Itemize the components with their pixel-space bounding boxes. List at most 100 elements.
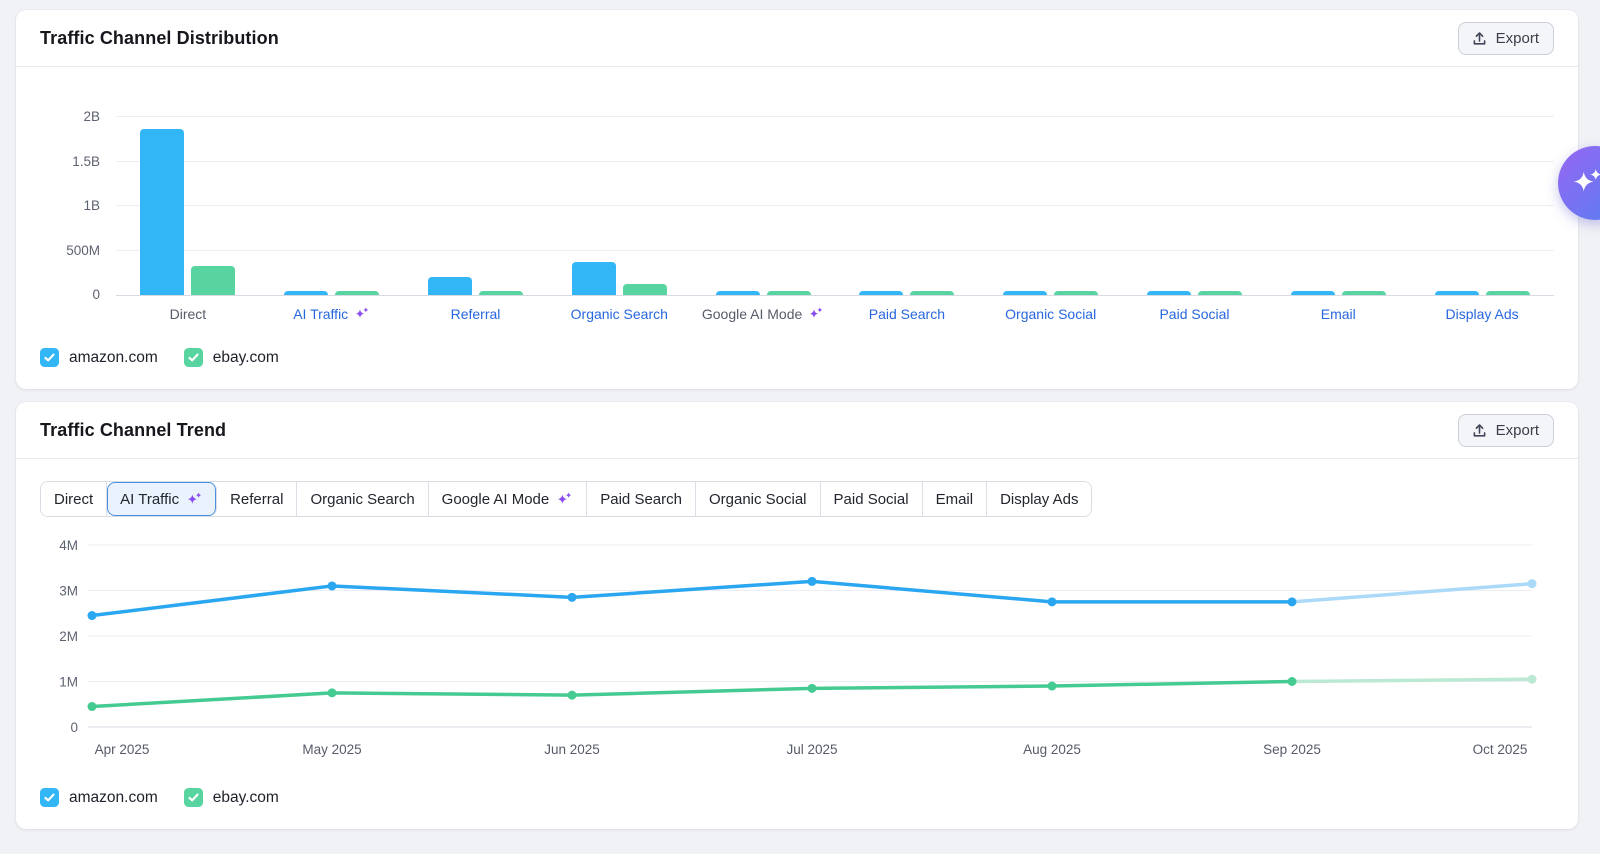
category-label-organic-social[interactable]: Organic Social <box>979 306 1123 322</box>
legend-item-amazon-com[interactable]: amazon.com <box>40 788 158 807</box>
bar-organic-search-ebay-com[interactable] <box>623 284 667 295</box>
bar-groups <box>116 117 1554 295</box>
category-label-paid-social[interactable]: Paid Social <box>1123 306 1267 322</box>
bar-chart-plot-row: 0500M1B1.5B2B <box>40 117 1554 295</box>
bar-paid-search-ebay-com[interactable] <box>910 291 954 295</box>
bar-direct-amazon-com[interactable] <box>140 129 184 295</box>
category-label-referral[interactable]: Referral <box>404 306 548 322</box>
legend-label: ebay.com <box>213 789 279 807</box>
tab-referral[interactable]: Referral <box>217 482 297 516</box>
upload-icon <box>1471 30 1488 47</box>
distribution-panel-header: Traffic Channel Distribution Export <box>16 10 1578 67</box>
bar-group-paid-search <box>835 117 979 295</box>
category-label-ai-traffic[interactable]: AI Traffic <box>260 306 404 322</box>
data-point-ebay-com-Oct-2025[interactable] <box>1528 675 1537 684</box>
tab-email[interactable]: Email <box>923 482 988 516</box>
bar-display-ads-ebay-com[interactable] <box>1486 291 1530 295</box>
tab-organic-social[interactable]: Organic Social <box>696 482 821 516</box>
bar-referral-ebay-com[interactable] <box>479 291 523 295</box>
tab-label: Paid Search <box>600 491 682 508</box>
legend-checkbox[interactable] <box>40 788 59 807</box>
tab-paid-social[interactable]: Paid Social <box>821 482 923 516</box>
tab-ai-traffic[interactable]: AI Traffic <box>107 482 217 516</box>
export-button-distribution[interactable]: Export <box>1458 22 1554 55</box>
bar-group-google-ai-mode <box>691 117 835 295</box>
data-point-amazon-com-May-2025[interactable] <box>328 581 337 590</box>
channel-tabs: Direct AI TrafficReferralOrganic Search Go… <box>40 481 1092 517</box>
category-label-text: Direct <box>170 306 207 322</box>
tab-google-ai-mode[interactable]: Google AI Mode <box>429 482 588 516</box>
data-point-amazon-com-Jun-2025[interactable] <box>568 593 577 602</box>
category-label-organic-search[interactable]: Organic Search <box>547 306 691 322</box>
category-label-text: Referral <box>451 306 501 322</box>
bar-group-organic-social <box>979 117 1123 295</box>
line-series-ebay-com <box>92 682 1292 707</box>
tab-label: Google AI Mode <box>442 491 550 508</box>
trend-legend: amazon.com ebay.com <box>40 788 1554 807</box>
bar-email-ebay-com[interactable] <box>1342 291 1386 295</box>
data-point-amazon-com-Aug-2025[interactable] <box>1048 597 1057 606</box>
trend-panel: Traffic Channel Trend Export DirectAI Tr… <box>16 402 1578 829</box>
bar-chart-plot-area <box>116 117 1554 295</box>
bar-ai-traffic-ebay-com[interactable] <box>335 291 379 295</box>
y-axis-tick-label: 1M <box>59 675 78 690</box>
bar-group-email <box>1266 117 1410 295</box>
data-point-ebay-com-Apr-2025[interactable] <box>88 702 97 711</box>
data-point-amazon-com-Jul-2025[interactable] <box>808 577 817 586</box>
bar-email-amazon-com[interactable] <box>1291 291 1335 295</box>
bar-display-ads-amazon-com[interactable] <box>1435 291 1479 295</box>
tab-display-ads[interactable]: Display Ads <box>987 482 1091 516</box>
legend-label: ebay.com <box>213 349 279 367</box>
legend-item-ebay-com[interactable]: ebay.com <box>184 788 279 807</box>
bar-google-ai-mode-ebay-com[interactable] <box>767 291 811 295</box>
data-point-ebay-com-Jul-2025[interactable] <box>808 684 817 693</box>
bar-ai-traffic-amazon-com[interactable] <box>284 291 328 295</box>
sparkles-icon <box>556 491 573 508</box>
category-label-text: AI Traffic <box>293 306 348 322</box>
tab-organic-search[interactable]: Organic Search <box>297 482 428 516</box>
bar-paid-social-amazon-com[interactable] <box>1147 291 1191 295</box>
bar-paid-social-ebay-com[interactable] <box>1198 291 1242 295</box>
data-point-ebay-com-Sep-2025[interactable] <box>1288 677 1297 686</box>
traffic-trend-line-chart: 01M2M3M4MApr 2025May 2025Jun 2025Jul 202… <box>40 533 1554 776</box>
y-axis-tick-label: 0 <box>92 287 100 303</box>
legend-label: amazon.com <box>69 349 158 367</box>
bar-paid-search-amazon-com[interactable] <box>859 291 903 295</box>
bar-google-ai-mode-amazon-com[interactable] <box>716 291 760 295</box>
category-label-text: Paid Social <box>1159 306 1229 322</box>
tab-label: Direct <box>54 491 93 508</box>
category-label-email[interactable]: Email <box>1266 306 1410 322</box>
tab-paid-search[interactable]: Paid Search <box>587 482 696 516</box>
bar-organic-social-amazon-com[interactable] <box>1003 291 1047 295</box>
data-point-amazon-com-Sep-2025[interactable] <box>1288 597 1297 606</box>
legend-item-amazon-com[interactable]: amazon.com <box>40 348 158 367</box>
tab-direct[interactable]: Direct <box>41 482 107 516</box>
bar-direct-ebay-com[interactable] <box>191 266 235 295</box>
bar-chart-y-axis: 0500M1B1.5B2B <box>40 117 116 295</box>
data-point-ebay-com-May-2025[interactable] <box>328 688 337 697</box>
data-point-ebay-com-Aug-2025[interactable] <box>1048 682 1057 691</box>
data-point-amazon-com-Oct-2025[interactable] <box>1528 579 1537 588</box>
sparkles-icon <box>354 306 370 322</box>
legend-checkbox[interactable] <box>184 788 203 807</box>
category-label-display-ads[interactable]: Display Ads <box>1410 306 1554 322</box>
category-label-text: Organic Social <box>1005 306 1096 322</box>
export-button-trend[interactable]: Export <box>1458 414 1554 447</box>
distribution-panel-body: 0500M1B1.5B2B Direct AI Traffic Referral Org… <box>16 67 1578 389</box>
legend-item-ebay-com[interactable]: ebay.com <box>184 348 279 367</box>
bar-group-ai-traffic <box>260 117 404 295</box>
x-axis-tick-label: Jun 2025 <box>544 742 600 757</box>
bar-referral-amazon-com[interactable] <box>428 277 472 295</box>
data-point-amazon-com-Apr-2025[interactable] <box>88 611 97 620</box>
y-axis-tick-label: 1.5B <box>72 154 100 170</box>
x-axis-tick-label: Aug 2025 <box>1023 742 1081 757</box>
export-button-label: Export <box>1496 422 1539 439</box>
bar-organic-social-ebay-com[interactable] <box>1054 291 1098 295</box>
category-label-paid-search[interactable]: Paid Search <box>835 306 979 322</box>
bar-chart-category-labels: DirectAI TrafficReferralOrganic SearchGo… <box>116 306 1554 322</box>
legend-checkbox[interactable] <box>40 348 59 367</box>
legend-checkbox[interactable] <box>184 348 203 367</box>
data-point-ebay-com-Jun-2025[interactable] <box>568 691 577 700</box>
bar-organic-search-amazon-com[interactable] <box>572 262 616 295</box>
line-series-projected-amazon-com <box>1292 584 1532 602</box>
